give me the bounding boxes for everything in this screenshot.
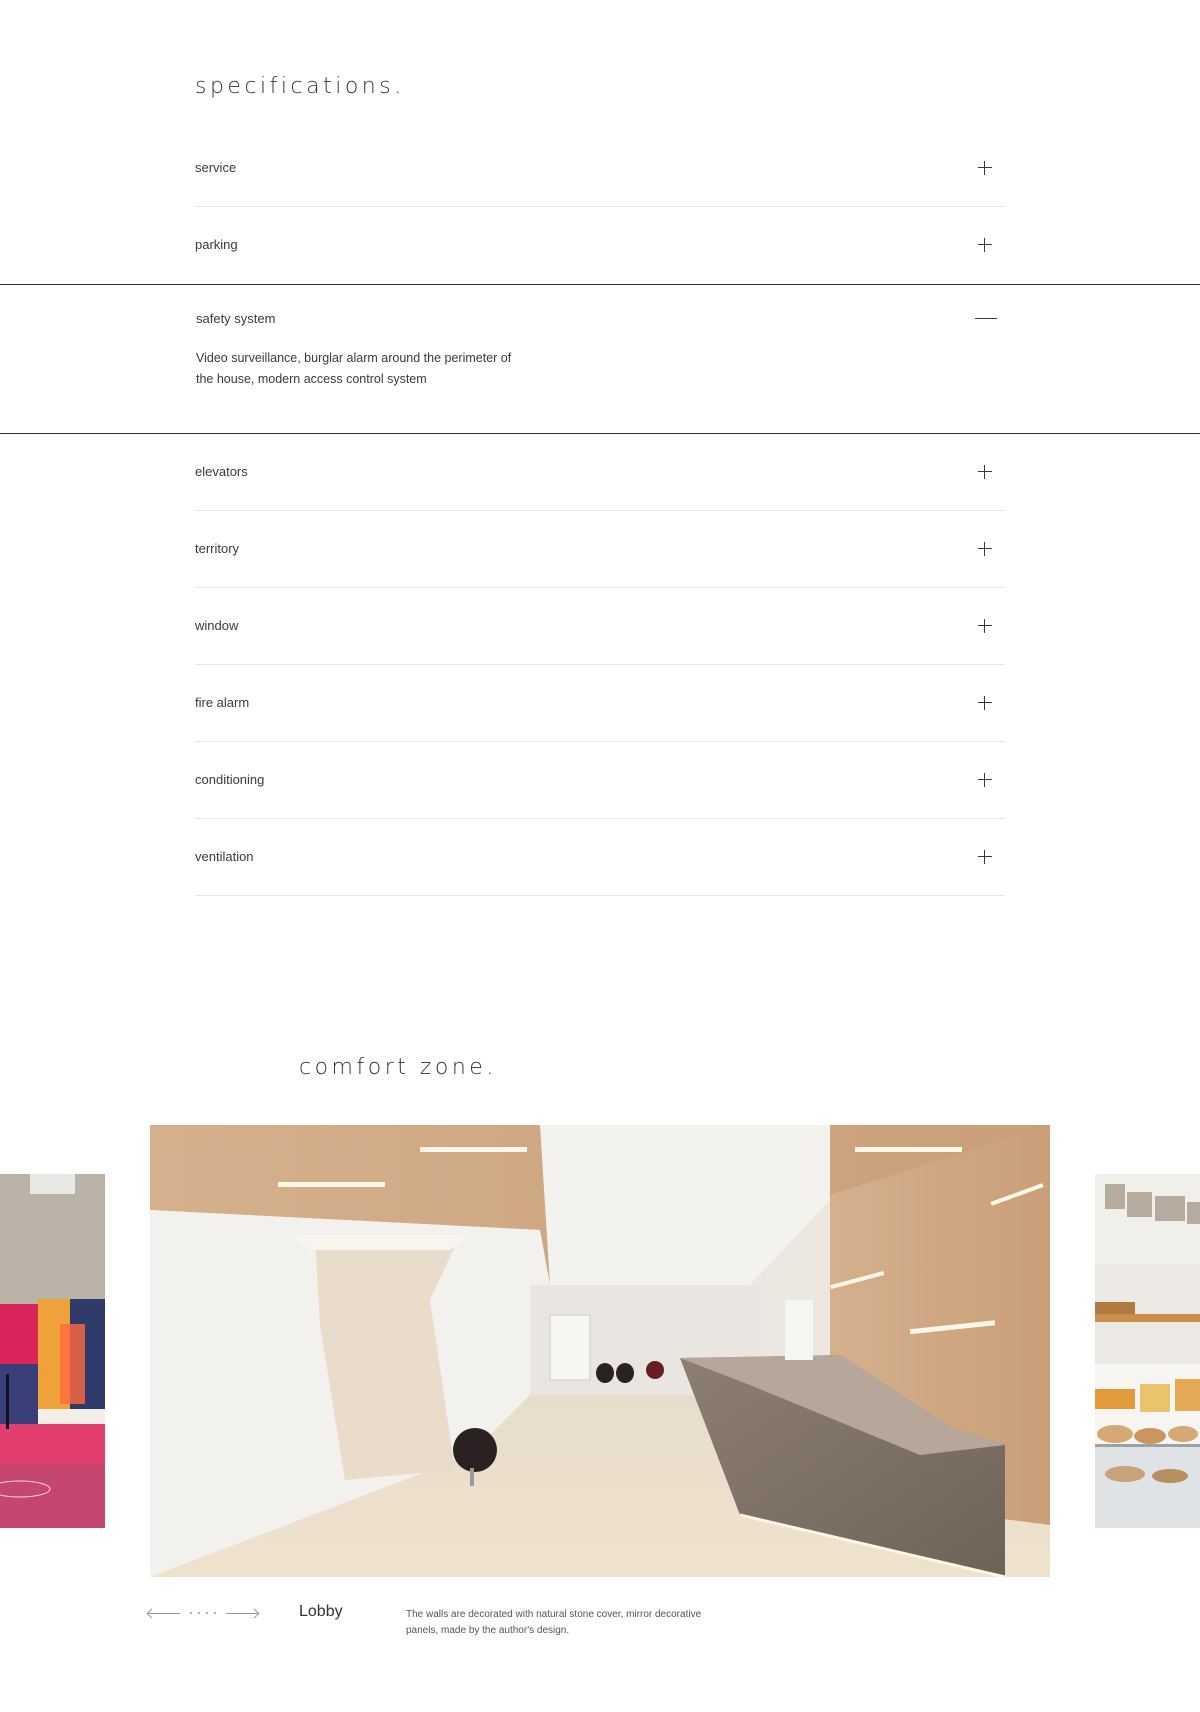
slide-caption: Lobby [299, 1603, 343, 1620]
spec-item-safety-system[interactable]: safety system Video surveillance, burgla… [0, 284, 1200, 434]
arrow-left-icon[interactable] [146, 1607, 180, 1621]
divider [195, 895, 1005, 896]
slider-dot[interactable] [206, 1612, 208, 1614]
slide-previous-image[interactable] [0, 1174, 105, 1528]
spec-item-label: ventilation [195, 849, 254, 864]
spec-item-territory[interactable]: territory [0, 511, 1200, 588]
slider-dots [190, 1612, 216, 1616]
comfort-zone-title: comfort zone. [299, 1055, 497, 1080]
spec-item-conditioning[interactable]: conditioning [0, 742, 1200, 819]
spec-item-label: conditioning [195, 772, 265, 787]
slide-next-image[interactable] [1095, 1174, 1200, 1528]
plus-icon[interactable] [975, 847, 995, 867]
slider-dot[interactable] [198, 1612, 200, 1614]
slide-current-image[interactable] [150, 1125, 1050, 1577]
slider-dot[interactable] [214, 1612, 216, 1614]
plus-icon[interactable] [975, 616, 995, 636]
plus-icon[interactable] [975, 693, 995, 713]
spec-item-window[interactable]: window [0, 588, 1200, 665]
spec-item-fire-alarm[interactable]: fire alarm [0, 665, 1200, 742]
spec-item-label: fire alarm [195, 695, 250, 710]
arrow-right-icon[interactable] [226, 1607, 260, 1621]
plus-icon[interactable] [975, 770, 995, 790]
slide-description: The walls are decorated with natural sto… [406, 1609, 702, 1636]
spec-item-ventilation[interactable]: ventilation [0, 819, 1200, 896]
spec-item-label: window [195, 618, 239, 633]
spec-item-label: territory [195, 541, 240, 556]
minus-icon[interactable] [975, 309, 997, 329]
plus-icon[interactable] [975, 539, 995, 559]
plus-icon[interactable] [975, 235, 995, 255]
plus-icon[interactable] [975, 158, 995, 178]
slider-dot[interactable] [190, 1612, 192, 1614]
plus-icon[interactable] [975, 462, 995, 482]
spec-item-elevators[interactable]: elevators [0, 434, 1200, 511]
spec-item-description: Video surveillance, burglar alarm around… [196, 351, 512, 386]
spec-item-label: parking [195, 237, 238, 252]
specifications-title: specifications. [195, 74, 405, 99]
spec-item-label: safety system [196, 311, 276, 326]
spec-item-label: service [195, 160, 237, 175]
slider-navigation [146, 1607, 260, 1621]
spec-item-parking[interactable]: parking [0, 207, 1200, 284]
specifications-accordion: service parking safety system Video surv… [0, 130, 1200, 896]
spec-item-service[interactable]: service [0, 130, 1200, 207]
spec-item-label: elevators [195, 464, 248, 479]
